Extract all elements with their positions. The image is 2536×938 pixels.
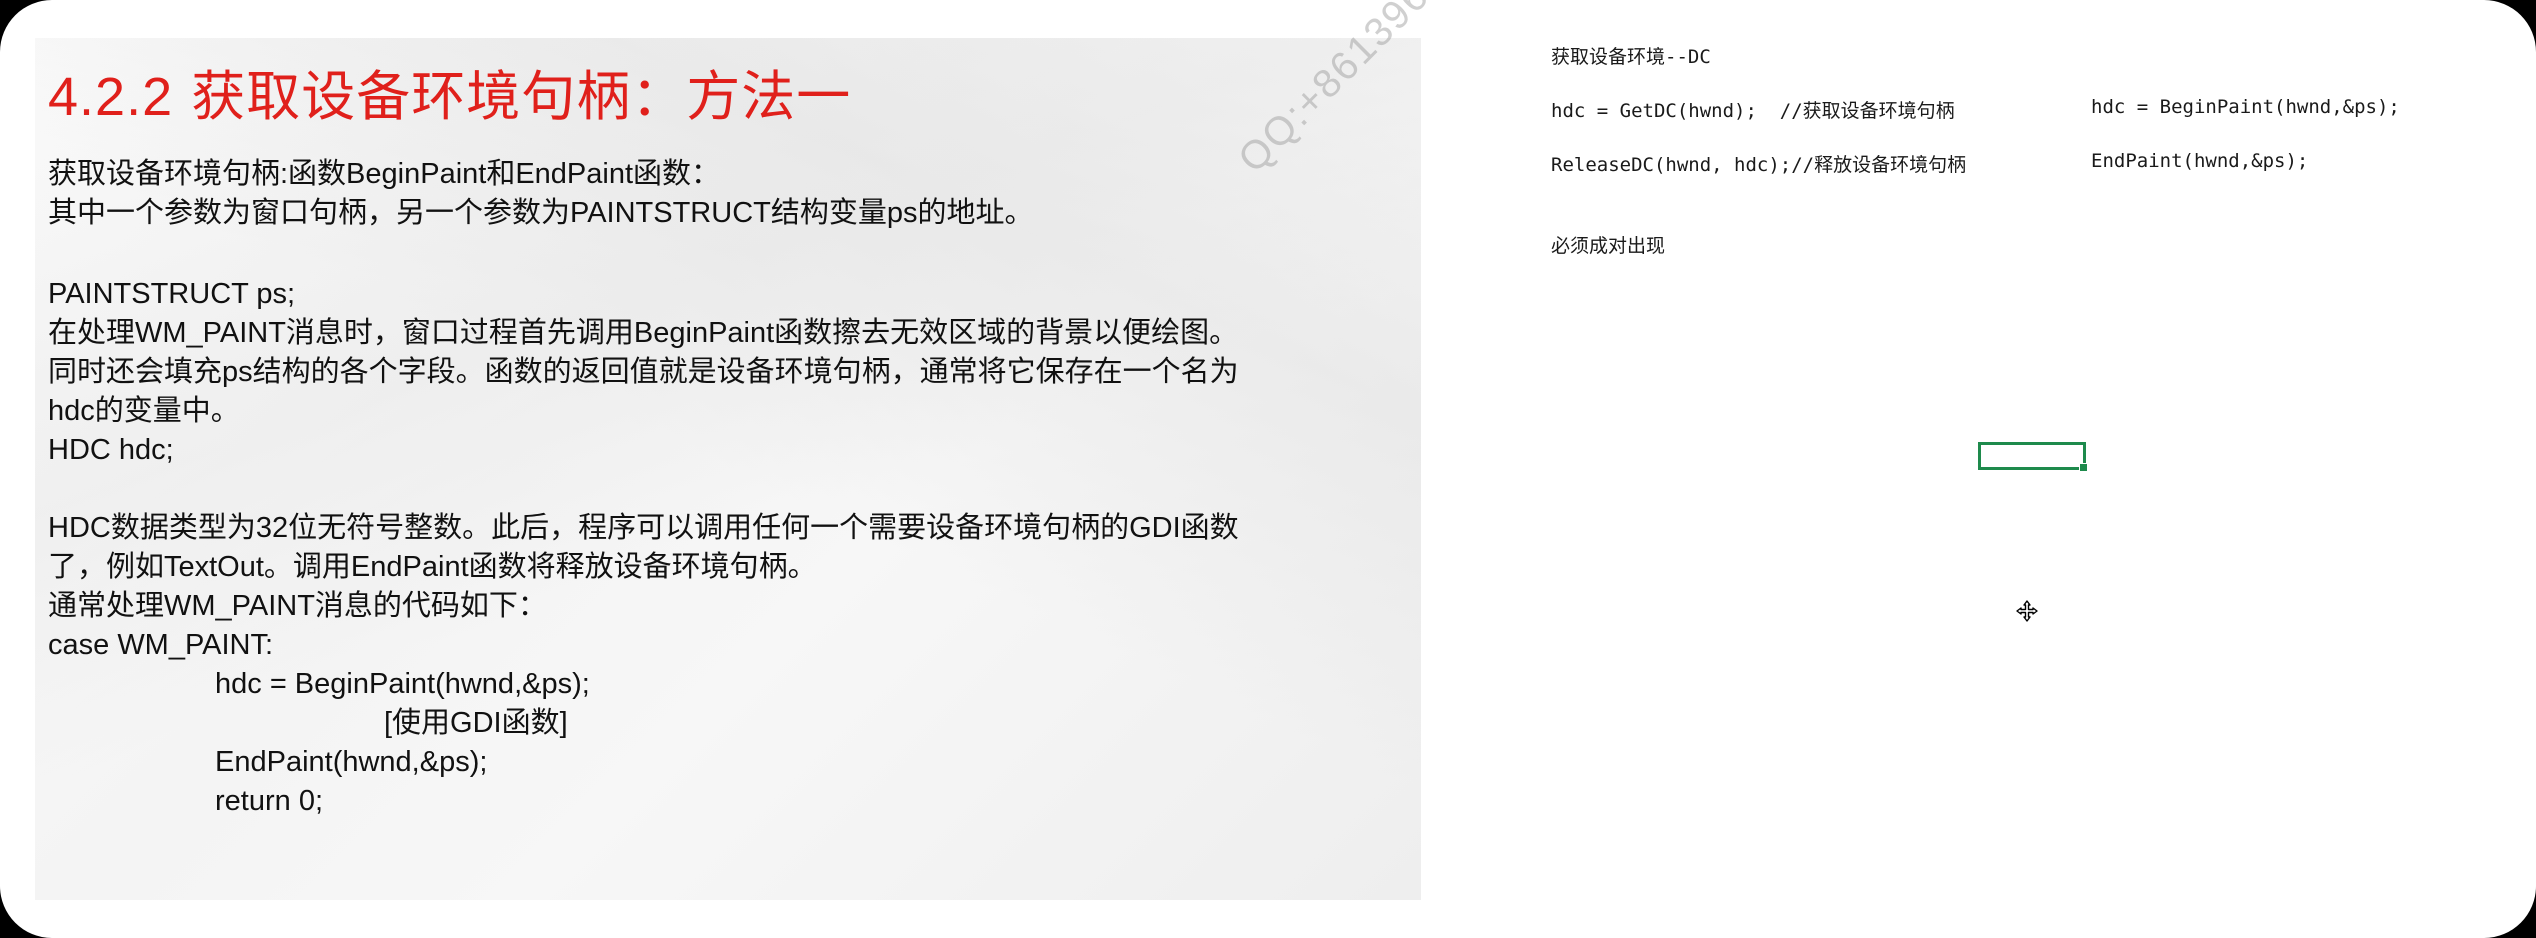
- slide-title-number: 4.2.2: [48, 67, 174, 127]
- slide-title: 4.2.2 获取设备环境句柄：方法一: [48, 52, 851, 131]
- editor-code-releasedc: ReleaseDC(hwnd, hdc);//释放设备环境句柄: [1551, 154, 1967, 176]
- slide-text-line: 其中一个参数为窗口句柄，另一个参数为PAINTSTRUCT结构变量ps的地址。: [48, 197, 1034, 229]
- slide-text-line: 在处理WM_PAINT消息时，窗口过程首先调用BeginPaint函数擦去无效区…: [48, 317, 1239, 349]
- screen-frame: 4.2.2 获取设备环境句柄：方法一 获取设备环境句柄:函数BeginPaint…: [0, 0, 2536, 938]
- slide-code-line: EndPaint(hwnd,&ps);: [215, 746, 488, 778]
- slide-text-line: 获取设备环境句柄:函数BeginPaint和EndPaint函数：: [48, 158, 721, 190]
- editor-note: 必须成对出现: [1551, 235, 1666, 257]
- slide-text-line: hdc的变量中。: [48, 395, 240, 427]
- slide-text-line: HDC数据类型为32位无符号整数。此后，程序可以调用任何一个需要设备环境句柄的G…: [48, 512, 1239, 544]
- slide-code-line: return 0;: [215, 785, 323, 817]
- slide-text-line: 了，例如TextOut。调用EndPaint函数将释放设备环境句柄。: [48, 551, 817, 583]
- slide-panel: 4.2.2 获取设备环境句柄：方法一 获取设备环境句柄:函数BeginPaint…: [35, 38, 1421, 900]
- cell-fill-handle-icon[interactable]: [2079, 463, 2088, 472]
- slide-text-line: PAINTSTRUCT ps;: [48, 278, 296, 310]
- move-cursor-icon: [2016, 600, 2038, 622]
- slide-text-line: HDC hdc;: [48, 434, 174, 466]
- slide-code-line: [使用GDI函数]: [384, 707, 568, 739]
- selected-cell[interactable]: [1978, 442, 2088, 472]
- slide-text-line: 通常处理WM_PAINT消息的代码如下：: [48, 590, 547, 622]
- editor-heading: 获取设备环境--DC: [1551, 46, 1711, 68]
- slide-code-line: case WM_PAINT:: [48, 629, 274, 661]
- editor-code-beginpaint: hdc = BeginPaint(hwnd,&ps);: [2091, 96, 2400, 118]
- slide-text-line: 同时还会填充ps结构的各个字段。函数的返回值就是设备环境句柄，通常将它保存在一个…: [48, 356, 1239, 388]
- editor-code-endpaint: EndPaint(hwnd,&ps);: [2091, 150, 2309, 172]
- slide-title-text: 获取设备环境句柄：方法一: [191, 65, 852, 128]
- slide-code-line: hdc = BeginPaint(hwnd,&ps);: [215, 668, 590, 700]
- editor-code-getdc: hdc = GetDC(hwnd); //获取设备环境句柄: [1551, 100, 1955, 122]
